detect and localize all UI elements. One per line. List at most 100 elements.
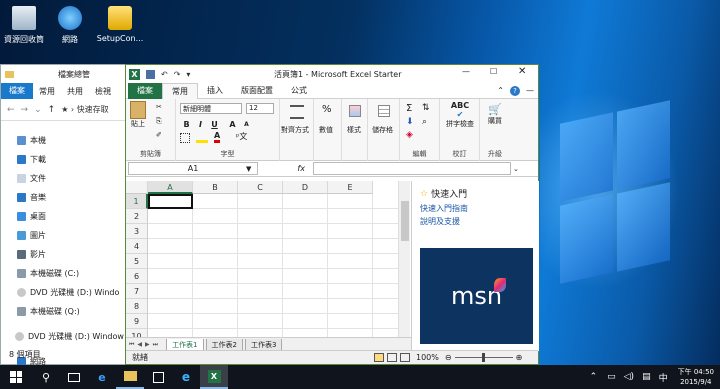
nav-item[interactable]: 本機磁碟 (Q:) [1, 302, 127, 321]
ie-button[interactable]: e [172, 365, 200, 389]
task-view-button[interactable] [60, 365, 88, 389]
group-alignment[interactable]: 對齊方式 [280, 99, 314, 161]
find-icon[interactable]: ⌕ [422, 117, 427, 127]
page-break-view-icon[interactable] [400, 353, 410, 362]
sheet-tab[interactable]: 工作表2 [205, 338, 243, 351]
clear-icon[interactable]: ◈ [406, 130, 413, 140]
underline-button[interactable]: U [208, 118, 221, 130]
tab-view[interactable]: 檢視 [89, 86, 117, 97]
redo-icon[interactable]: ↷ [174, 70, 181, 79]
back-arrow-icon[interactable]: ← [7, 105, 15, 115]
copy-icon[interactable]: ⎘ [156, 117, 162, 126]
spell-check-button[interactable]: ABC ✔ 拼字檢查 [444, 101, 476, 129]
nav-item[interactable]: 桌面 [1, 207, 127, 226]
up-arrow-icon[interactable]: ↑ [48, 105, 56, 115]
show-hidden-icons[interactable]: ⌃ [590, 372, 598, 382]
worksheet-grid[interactable]: ABCDE12345678910⏮◀▶⏭工作表1工作表2工作表3 [126, 181, 411, 351]
file-explorer-button[interactable] [116, 365, 144, 389]
desktop-icon-setupcon[interactable]: SetupCon... [96, 6, 144, 43]
nav-item[interactable]: 本機磁碟 (C:) [1, 264, 127, 283]
zoom-level[interactable]: 100% [416, 353, 439, 362]
tab-file[interactable]: 檔案 [128, 82, 162, 99]
row-header[interactable]: 3 [126, 224, 148, 239]
edge-button[interactable]: e [88, 365, 116, 389]
name-box[interactable]: A1 [128, 162, 258, 175]
row-header[interactable]: 1 [126, 194, 148, 209]
undo-icon[interactable]: ↶ [161, 70, 168, 79]
recent-chevron-icon[interactable]: ⌄ [34, 105, 42, 115]
quick-start-guide-link[interactable]: 快速入門指南 [420, 203, 539, 214]
active-cell[interactable] [148, 194, 193, 209]
row-header[interactable]: 9 [126, 314, 148, 329]
search-button[interactable]: ⚲ [32, 365, 60, 389]
scroll-thumb[interactable] [401, 201, 409, 241]
fill-color-icon[interactable] [196, 133, 208, 143]
page-layout-view-icon[interactable] [387, 353, 397, 362]
sheet-tab[interactable]: 工作表3 [245, 338, 283, 351]
group-cells[interactable]: 儲存格 [368, 99, 400, 161]
sheet-nav-last-icon[interactable]: ⏭ [153, 341, 158, 349]
zoom-slider[interactable] [454, 353, 513, 362]
nav-item[interactable]: 音樂 [1, 188, 127, 207]
paste-button[interactable]: 貼上 [130, 101, 146, 129]
italic-button[interactable]: I [194, 118, 207, 130]
sheet-nav-next-icon[interactable]: ▶ [145, 341, 150, 348]
store-button[interactable] [144, 365, 172, 389]
help-icon[interactable]: ? [510, 85, 520, 96]
tab-page-layout[interactable]: 版面配置 [232, 83, 282, 99]
forward-arrow-icon[interactable]: → [21, 105, 29, 115]
format-painter-icon[interactable]: ✐ [156, 131, 162, 139]
desktop-icon-network[interactable]: 網路 [48, 6, 92, 45]
sheet-nav-first-icon[interactable]: ⏮ [129, 341, 134, 349]
phonetic-icon[interactable]: ᵖ文 [236, 131, 247, 142]
grow-font-icon[interactable]: A [226, 118, 239, 130]
ribbon-collapse-icon[interactable]: ⌃ [497, 86, 504, 95]
desktop-icon-recycle-bin[interactable]: 資源回收筒 [2, 6, 46, 45]
address-bar[interactable]: ★ › 快速存取 [61, 104, 108, 115]
zoom-in-button[interactable]: ⊕ [516, 353, 523, 362]
ime-indicator[interactable]: 中 [659, 371, 668, 384]
group-number[interactable]: % 數值 [314, 99, 342, 161]
minimize-button[interactable]: — [462, 67, 470, 76]
file-explorer-window[interactable]: 檔案總管 檔案 常用 共用 檢視 ← → ⌄ ↑ ★ › 快速存取 本機 下載 文件… [0, 64, 128, 389]
excel-window[interactable]: X ↶ ↷ ▾ 活頁簿1 - Microsoft Excel Starter —… [125, 64, 539, 365]
borders-icon[interactable] [180, 133, 190, 143]
font-size-select[interactable]: 12 [246, 103, 274, 114]
font-color-icon[interactable]: A [214, 131, 221, 143]
help-support-link[interactable]: 說明及支援 [420, 216, 539, 227]
nav-item[interactable]: 文件 [1, 169, 127, 188]
row-header[interactable]: 5 [126, 254, 148, 269]
name-box-dropdown-icon[interactable]: ▼ [246, 165, 251, 173]
column-header[interactable]: A [148, 181, 193, 194]
customize-qat-icon[interactable]: ▾ [186, 70, 190, 79]
tab-share[interactable]: 共用 [61, 86, 89, 97]
column-header[interactable]: B [193, 181, 238, 194]
shrink-font-icon[interactable]: A [240, 118, 253, 130]
expand-formula-icon[interactable]: ⌄ [513, 165, 519, 173]
row-header[interactable]: 2 [126, 209, 148, 224]
tab-home[interactable]: 常用 [33, 86, 61, 97]
buy-button[interactable]: 🛒 購買 [484, 103, 506, 126]
excel-taskbar-button[interactable]: X [200, 365, 228, 389]
volume-icon[interactable]: ◁) [624, 372, 634, 382]
nav-item[interactable]: 下載 [1, 150, 127, 169]
normal-view-icon[interactable] [374, 353, 384, 362]
nav-item[interactable]: DVD 光碟機 (D:) Window [1, 327, 127, 346]
cut-icon[interactable]: ✂ [156, 103, 162, 111]
tab-insert[interactable]: 插入 [198, 83, 232, 99]
network-tray-icon[interactable]: ▭ [607, 372, 616, 382]
tab-home[interactable]: 常用 [162, 82, 198, 99]
row-header[interactable]: 6 [126, 269, 148, 284]
action-center-icon[interactable]: ▤ [642, 372, 651, 382]
maximize-button[interactable]: ☐ [490, 67, 497, 76]
zoom-thumb[interactable] [481, 353, 485, 362]
tab-file[interactable]: 檔案 [1, 83, 33, 99]
row-header[interactable]: 7 [126, 284, 148, 299]
nav-item[interactable]: 影片 [1, 245, 127, 264]
column-header[interactable]: E [328, 181, 373, 194]
vertical-scrollbar[interactable] [398, 181, 410, 337]
formula-input[interactable] [312, 162, 511, 175]
nav-item[interactable]: DVD 光碟機 (D:) Windo [1, 283, 127, 302]
save-icon[interactable] [146, 69, 155, 79]
bold-button[interactable]: B [180, 118, 193, 130]
